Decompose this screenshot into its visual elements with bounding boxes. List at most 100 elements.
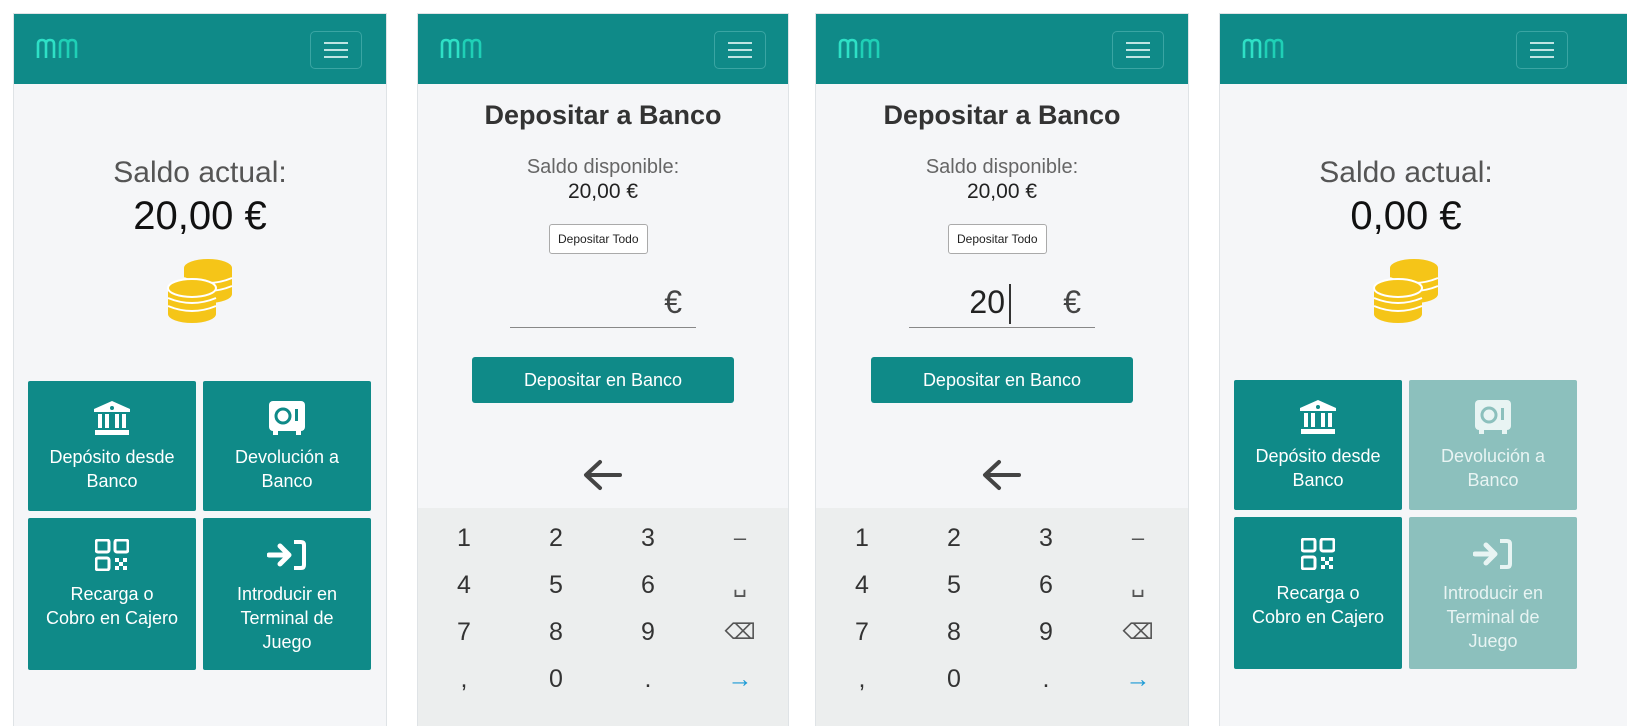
- phone-screen-balance-after: Saldo actual: 0,00 € Depósito desde Banc…: [1220, 14, 1627, 726]
- available-balance-value: 20,00 €: [966, 180, 1038, 203]
- key-0[interactable]: 0: [526, 659, 586, 699]
- tile-game-terminal: Introducir en Terminal de Juego: [1409, 517, 1577, 669]
- key-space[interactable]: ␣: [710, 565, 770, 605]
- key-6[interactable]: 6: [1016, 565, 1076, 605]
- menu-button[interactable]: [310, 31, 362, 69]
- currency-symbol: €: [1063, 284, 1081, 320]
- page-title: Depositar a Banco: [484, 100, 722, 130]
- tile-label: Depósito desde Banco: [49, 447, 175, 491]
- key-4[interactable]: 4: [434, 565, 494, 605]
- back-arrow-icon[interactable]: [981, 459, 1021, 491]
- key-9[interactable]: 9: [618, 612, 678, 652]
- bank-icon: [94, 401, 130, 435]
- app-header: [418, 14, 788, 84]
- coins-icon: [1373, 259, 1439, 323]
- numeric-keyboard: 1 2 3 – 4 5 6 ␣ 7 8 9 ⌫ , 0 . →: [816, 508, 1188, 726]
- qr-code-icon: [95, 539, 129, 571]
- phone-screen-balance: mm Saldo actual: 20,00 €: [14, 14, 386, 726]
- back-arrow-icon[interactable]: [582, 459, 622, 491]
- menu-button[interactable]: [1516, 31, 1568, 69]
- deposit-to-bank-button[interactable]: Depositar en Banco: [871, 357, 1133, 403]
- bank-icon: [1300, 400, 1336, 434]
- tile-label: Introducir en Terminal de Juego: [1442, 583, 1544, 651]
- numeric-keyboard: 1 2 3 – 4 5 6 ␣ 7 8 9 ⌫ , 0 . →: [418, 508, 788, 726]
- key-next[interactable]: →: [710, 659, 770, 699]
- key-dot[interactable]: .: [1016, 659, 1076, 699]
- key-8[interactable]: 8: [924, 612, 984, 652]
- sign-in-icon: [267, 540, 306, 570]
- balance-value: 20,00 €: [133, 194, 267, 238]
- tile-label: Recarga o Cobro en Cajero: [1251, 583, 1385, 627]
- page-title: Depositar a Banco: [883, 100, 1121, 130]
- amount-input[interactable]: €: [510, 280, 696, 328]
- key-2[interactable]: 2: [924, 518, 984, 558]
- key-9[interactable]: 9: [1016, 612, 1076, 652]
- key-next[interactable]: →: [1108, 659, 1168, 699]
- tile-return-to-bank[interactable]: Devolución a Banco: [203, 381, 371, 511]
- hamburger-icon: [728, 42, 752, 44]
- deposit-all-button[interactable]: Depositar Todo: [549, 224, 648, 254]
- tile-deposit-from-bank[interactable]: Depósito desde Banco: [1234, 380, 1402, 510]
- qr-code-icon: [1301, 538, 1335, 570]
- key-minus[interactable]: –: [710, 518, 770, 558]
- app-header: [816, 14, 1188, 84]
- key-backspace[interactable]: ⌫: [710, 612, 770, 652]
- app-logo: [36, 38, 78, 58]
- hamburger-icon: [1530, 42, 1554, 44]
- key-7[interactable]: 7: [832, 612, 892, 652]
- key-3[interactable]: 3: [618, 518, 678, 558]
- menu-button[interactable]: [714, 31, 766, 69]
- app-logo: [838, 38, 880, 58]
- app-logo: [440, 38, 482, 58]
- tile-label: Devolución a Banco: [1440, 446, 1546, 490]
- tile-atm-topup[interactable]: Recarga o Cobro en Cajero: [28, 518, 196, 670]
- deposit-to-bank-button[interactable]: Depositar en Banco: [472, 357, 734, 403]
- amount-input[interactable]: 20 €: [909, 280, 1095, 328]
- key-backspace[interactable]: ⌫: [1108, 612, 1168, 652]
- app-logo: [1242, 38, 1284, 58]
- key-4[interactable]: 4: [832, 565, 892, 605]
- key-2[interactable]: 2: [526, 518, 586, 558]
- tile-return-to-bank: Devolución a Banco: [1409, 380, 1577, 510]
- key-1[interactable]: 1: [832, 518, 892, 558]
- key-comma[interactable]: ,: [434, 659, 494, 699]
- key-8[interactable]: 8: [526, 612, 586, 652]
- tile-atm-topup[interactable]: Recarga o Cobro en Cajero: [1234, 517, 1402, 669]
- key-3[interactable]: 3: [1016, 518, 1076, 558]
- sign-in-icon: [1473, 539, 1512, 569]
- key-7[interactable]: 7: [434, 612, 494, 652]
- available-balance-value: 20,00 €: [567, 180, 639, 203]
- phone-screen-deposit-empty: Depositar a Banco Saldo disponible: 20,0…: [418, 14, 788, 726]
- currency-symbol: €: [664, 284, 682, 320]
- available-balance-label: Saldo disponible:: [526, 156, 680, 178]
- key-minus[interactable]: –: [1108, 518, 1168, 558]
- tile-label: Devolución a Banco: [234, 447, 340, 491]
- balance-label: Saldo actual:: [1319, 156, 1493, 189]
- tile-label: Depósito desde Banco: [1255, 446, 1381, 490]
- safe-icon: [1475, 400, 1511, 434]
- key-dot[interactable]: .: [618, 659, 678, 699]
- safe-icon: [269, 401, 305, 435]
- phone-screen-deposit-filled: Depositar a Banco Saldo disponible: 20,0…: [816, 14, 1188, 726]
- hamburger-icon: [324, 42, 348, 44]
- key-comma[interactable]: ,: [832, 659, 892, 699]
- deposit-all-button[interactable]: Depositar Todo: [948, 224, 1047, 254]
- key-5[interactable]: 5: [526, 565, 586, 605]
- menu-button[interactable]: [1112, 31, 1164, 69]
- key-5[interactable]: 5: [924, 565, 984, 605]
- coins-icon: [167, 259, 233, 323]
- hamburger-icon: [1126, 42, 1150, 44]
- text-caret: [1009, 284, 1011, 324]
- key-0[interactable]: 0: [924, 659, 984, 699]
- balance-value: 0,00 €: [1350, 194, 1462, 238]
- key-space[interactable]: ␣: [1108, 565, 1168, 605]
- amount-value: 20: [969, 284, 1005, 320]
- app-header: [1220, 14, 1627, 84]
- key-1[interactable]: 1: [434, 518, 494, 558]
- app-header: mm: [14, 14, 386, 84]
- tile-game-terminal[interactable]: Introducir en Terminal de Juego: [203, 518, 371, 670]
- balance-label: Saldo actual:: [113, 156, 287, 189]
- tile-deposit-from-bank[interactable]: Depósito desde Banco: [28, 381, 196, 511]
- available-balance-label: Saldo disponible:: [925, 156, 1079, 178]
- key-6[interactable]: 6: [618, 565, 678, 605]
